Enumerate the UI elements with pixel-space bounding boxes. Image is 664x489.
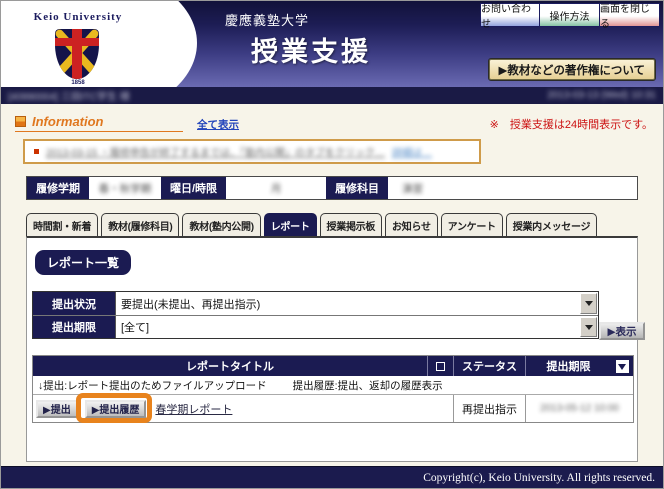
org-name-japanese: 慶應義塾大学 (225, 10, 309, 29)
legend-submit: ↓提出:レポート提出のためファイルアップロード (38, 378, 267, 393)
table-legend-row: ↓提出:レポート提出のためファイルアップロード 提出履歴:提出、返却の履歴表示 (33, 376, 633, 395)
semester-label: 履修学期 (27, 177, 89, 199)
semester-value: 春・秋学期 (99, 181, 152, 196)
report-filters: 提出状況 要提出(未提出、再提出指示) 提出期限 [全て] (32, 291, 599, 339)
information-item-text: 2013-03-15 ・履修申告が終了するまでは、「塾内公開」のタブをクリック… (46, 144, 385, 159)
report-table: レポートタイトル ステータス 提出期限 ↓提出:レポート提出のためファイルアップ… (32, 355, 634, 423)
information-icon (15, 116, 26, 127)
tab-class-message[interactable]: 授業内メッセージ (506, 213, 597, 236)
sort-descending-icon[interactable] (616, 360, 629, 373)
materials-copyright-button[interactable]: ▶教材などの著作権について (489, 59, 656, 80)
page-footer: Copyright(c), Keio University. All right… (1, 466, 663, 488)
dropdown-arrow-icon[interactable] (580, 293, 597, 314)
tab-class-board[interactable]: 授業掲示板 (320, 213, 383, 236)
information-header: Information 全て表示 ※ 授業支援は24時間表示です。 (15, 113, 653, 132)
deadline-filter-label: 提出期限 (33, 316, 115, 338)
submit-button[interactable]: ▶提出 (36, 400, 78, 418)
row-deadline: 2013-05-12 10:00 (540, 403, 619, 414)
logged-in-user: [40990004] 三田ITC学生 様 (8, 88, 130, 103)
deadline-filter-select[interactable]: [全て] (115, 316, 598, 338)
main-tab-bar: 時間割・新着 教材(履修科目) 教材(塾内公開) レポート 授業掲示板 お知らせ… (26, 213, 663, 236)
submission-status-select[interactable]: 要提出(未提出、再提出指示) (115, 292, 598, 315)
column-deadline: 提出期限 (525, 356, 611, 376)
column-report-title: レポートタイトル (33, 356, 427, 376)
tab-timetable-new[interactable]: 時間割・新着 (26, 213, 98, 236)
logo-year: 1858 (3, 80, 153, 86)
close-screen-button[interactable]: 画面を閉じる (600, 3, 660, 27)
column-status: ステータス (453, 356, 525, 376)
report-title-link[interactable]: 春学期レポート (155, 401, 232, 417)
day-period-label: 曜日/時限 (161, 177, 226, 199)
report-list-badge: レポート一覧 (35, 250, 131, 275)
copyright-text: Copyright(c), Keio University. All right… (423, 472, 655, 484)
show-all-link[interactable]: 全て表示 (197, 117, 239, 132)
tab-materials-enrolled[interactable]: 教材(履修科目) (101, 213, 179, 236)
course-value: 演習 (402, 181, 423, 196)
row-status: 再提出指示 (453, 395, 525, 422)
information-item-box: 2013-03-15 ・履修申告が終了するまでは、「塾内公開」のタブをクリック…… (23, 139, 481, 164)
legend-history: 提出履歴:提出、返却の履歴表示 (293, 378, 443, 393)
logo-university-name: Keio University (3, 11, 153, 23)
report-table-header: レポートタイトル ステータス 提出期限 (33, 356, 633, 376)
contact-button[interactable]: お問い合わせ (480, 3, 540, 27)
keio-shield-icon (55, 29, 99, 79)
app-title: 授業支援 (251, 30, 371, 69)
tab-report[interactable]: レポート (264, 213, 317, 236)
submission-status-label: 提出状況 (33, 292, 115, 315)
submission-history-button[interactable]: ▶提出履歴 (85, 400, 147, 418)
course-label: 履修科目 (326, 177, 388, 199)
information-item-link[interactable]: 詳細は… (392, 144, 432, 159)
page-header: Keio University 1858 CALAMVS GLADIO FORT… (1, 1, 663, 87)
report-row: ▶提出 ▶提出履歴 春学期レポート 再提出指示 2013-05-12 10:00 (33, 395, 633, 422)
user-status-bar: [40990004] 三田ITC学生 様 2013-03-13 (Wed) 10… (1, 87, 663, 104)
information-title: Information (32, 114, 104, 129)
keio-logo: Keio University 1858 CALAMVS GLADIO FORT… (1, 1, 197, 87)
select-all-checkbox[interactable] (436, 362, 445, 371)
24hour-note: ※ 授業支援は24時間表示です。 (490, 116, 653, 132)
tab-notice[interactable]: お知らせ (385, 213, 438, 236)
tab-materials-public[interactable]: 教材(塾内公開) (182, 213, 260, 236)
course-support-page: Keio University 1858 CALAMVS GLADIO FORT… (0, 0, 664, 489)
report-panel: レポート一覧 提出状況 要提出(未提出、再提出指示) 提出期限 [全て] ▶表示… (26, 236, 638, 462)
help-button[interactable]: 操作方法 (540, 3, 600, 27)
show-button[interactable]: ▶表示 (599, 322, 645, 340)
bullet-icon (34, 149, 39, 154)
dropdown-arrow-icon[interactable] (580, 317, 597, 337)
header-buttons: お問い合わせ 操作方法 画面を閉じる (480, 3, 660, 27)
day-period-value: 月 (271, 181, 282, 196)
tab-survey[interactable]: アンケート (441, 213, 503, 236)
course-info-bar: 履修学期 春・秋学期 曜日/時限 月 履修科目 演習 (26, 176, 638, 200)
current-datetime: 2013-03-13 (Wed) 10:31 (547, 90, 656, 101)
